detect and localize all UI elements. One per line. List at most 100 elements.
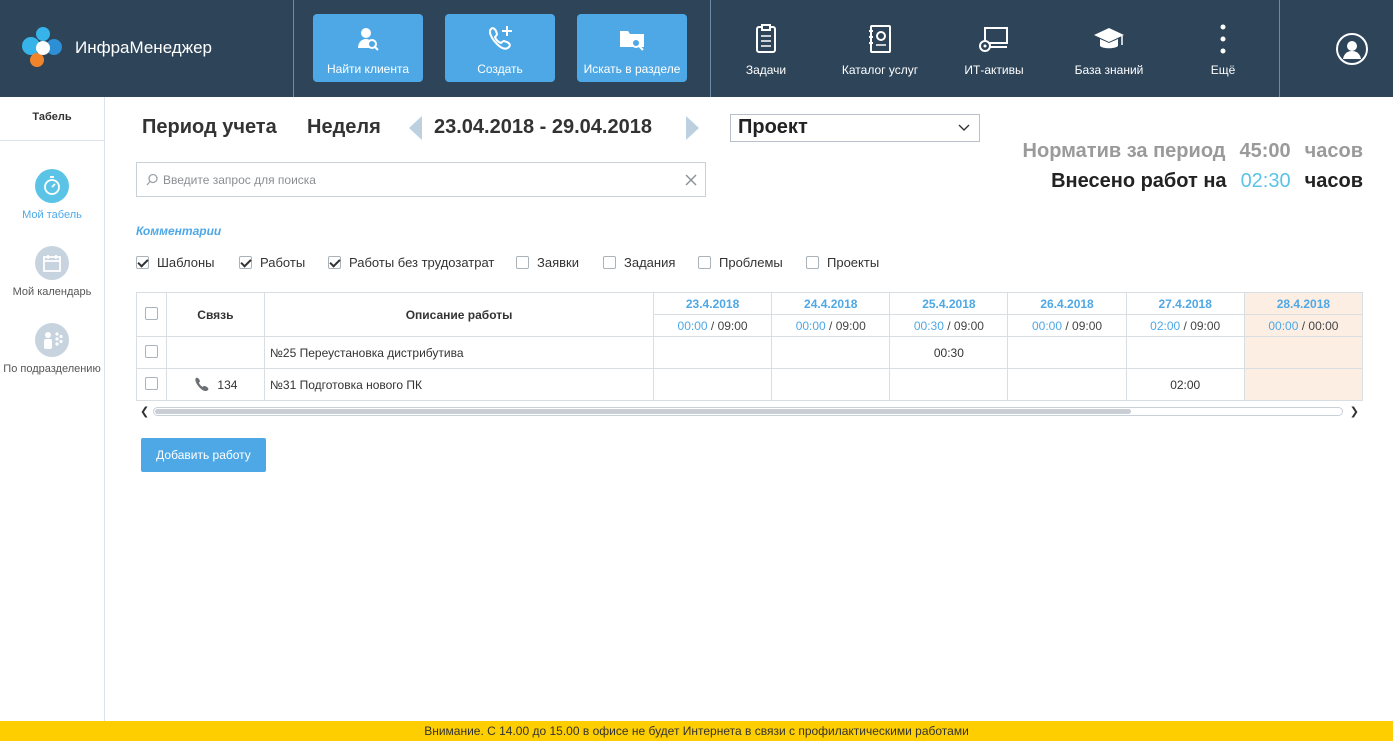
filter-works[interactable]: Работы	[239, 254, 305, 270]
sidebar-item-my-timesheet[interactable]: Мой табель	[0, 169, 104, 221]
comments-link[interactable]: Комментарии	[136, 224, 221, 238]
project-select[interactable]: Проект	[730, 114, 980, 142]
chevron-down-icon	[958, 124, 970, 131]
logo-icon	[22, 27, 66, 69]
hours-cell[interactable]: 00:30	[889, 336, 1009, 369]
clear-icon[interactable]	[683, 172, 699, 188]
filter-label: Работы	[260, 254, 306, 270]
nav-service-catalog-label: Каталог услуг	[841, 63, 919, 77]
top-bar: ИнфраМенеджер Найти клиента Создать Иска…	[0, 0, 1393, 97]
sidebar-item-label: Мой табель	[22, 209, 82, 221]
search-box	[136, 162, 706, 197]
description-cell[interactable]: №25 Переустановка дистрибутива	[264, 336, 654, 369]
link-cell[interactable]: 134	[165, 368, 266, 401]
period-type[interactable]: Неделя	[307, 116, 381, 139]
hours-cell[interactable]	[1125, 336, 1245, 369]
norm-unit: часов	[1304, 140, 1363, 162]
hours-cell[interactable]	[889, 368, 1009, 401]
scroll-track[interactable]	[153, 407, 1343, 416]
filter-checkbox[interactable]	[239, 255, 252, 269]
create-label: Создать	[477, 62, 523, 76]
divider	[1279, 0, 1280, 97]
folder-search-icon	[620, 31, 644, 51]
calendar-icon	[35, 246, 69, 280]
hours-cell[interactable]	[771, 336, 891, 369]
filter-checkbox[interactable]	[806, 255, 819, 269]
filter-requests[interactable]: Заявки	[516, 254, 579, 270]
hours-cell[interactable]	[1243, 368, 1363, 401]
find-client-button[interactable]: Найти клиента	[313, 14, 423, 82]
scroll-right-icon[interactable]: ❯	[1350, 405, 1359, 418]
scroll-left-icon[interactable]: ❮	[140, 405, 149, 418]
col-header-description: Описание работы	[264, 292, 654, 337]
nav-it-assets[interactable]: ИТ-активы	[954, 0, 1034, 97]
filter-label: Проблемы	[719, 254, 783, 270]
nav-more[interactable]: Ещё	[1193, 0, 1253, 97]
row-select-cell	[136, 368, 167, 401]
search-icon	[146, 173, 158, 186]
description-cell[interactable]: №31 Подготовка нового ПК	[264, 368, 654, 401]
graduation-cap-icon	[1094, 28, 1124, 49]
next-period-button[interactable]	[686, 116, 699, 140]
nav-service-catalog[interactable]: Каталог услуг	[830, 0, 930, 97]
sidebar-item-by-department[interactable]: По подразделению	[0, 323, 104, 375]
norm-value: 45:00	[1239, 140, 1291, 162]
filter-checkbox[interactable]	[516, 255, 529, 269]
app-logo[interactable]: ИнфраМенеджер	[22, 27, 212, 69]
search-input[interactable]	[163, 163, 683, 196]
add-work-button[interactable]: Добавить работу	[141, 438, 266, 472]
table-row[interactable]: 134 №31 Подготовка нового ПК 02:00	[136, 368, 1363, 401]
filter-checkbox[interactable]	[698, 255, 711, 269]
filter-checkbox[interactable]	[603, 255, 616, 269]
table-row[interactable]: №25 Переустановка дистрибутива 00:30	[136, 336, 1363, 369]
sidebar-item-label: Мой календарь	[12, 286, 92, 298]
col-header-date: 25.4.2018	[889, 292, 1009, 315]
sidebar: Табель Мой табель Мой календарь По подра…	[0, 97, 105, 721]
hours-cell[interactable]	[771, 368, 891, 401]
filter-label: Проекты	[827, 254, 880, 270]
hours-cell[interactable]	[652, 368, 773, 401]
hours-cell[interactable]	[652, 336, 773, 369]
link-cell[interactable]	[165, 336, 266, 369]
filter-checkbox[interactable]	[328, 255, 341, 269]
col-header-date: 28.4.2018	[1243, 292, 1363, 315]
prev-period-button[interactable]	[409, 116, 422, 140]
user-profile-button[interactable]	[1336, 33, 1368, 65]
filter-checkbox[interactable]	[136, 255, 149, 269]
hours-cell[interactable]	[1007, 368, 1127, 401]
notice-banner: Внимание. С 14.00 до 15.00 в офисе не бу…	[0, 721, 1393, 741]
day-total: 00:30 / 09:00	[889, 314, 1009, 337]
sidebar-header: Табель	[0, 97, 104, 141]
divider	[710, 0, 711, 97]
table-header-row: Связь Описание работы 23.4.2018 24.4.201…	[136, 292, 1363, 337]
scroll-thumb[interactable]	[155, 409, 1131, 414]
hours-cell[interactable]	[1243, 336, 1363, 369]
filter-tasks[interactable]: Задания	[603, 254, 675, 270]
hours-cell[interactable]	[1007, 336, 1127, 369]
filter-projects[interactable]: Проекты	[806, 254, 879, 270]
filter-problems[interactable]: Проблемы	[698, 254, 783, 270]
filter-works-no-labor[interactable]: Работы без трудозатрат	[328, 254, 494, 270]
period-label: Период учета	[142, 116, 277, 138]
create-button[interactable]: Создать	[445, 14, 555, 82]
computer-icon	[979, 27, 1008, 52]
row-checkbox[interactable]	[144, 344, 158, 358]
search-section-label: Искать в разделе	[583, 62, 681, 76]
day-total: 00:00 / 00:00	[1243, 314, 1363, 337]
col-header-link: Связь	[165, 292, 266, 337]
col-header-date: 23.4.2018	[652, 292, 773, 315]
row-checkbox[interactable]	[144, 376, 158, 390]
select-all-checkbox[interactable]	[144, 306, 158, 320]
done-summary: Внесено работ на 02:30 часов	[1051, 170, 1363, 193]
divider	[293, 0, 294, 97]
sidebar-item-my-calendar[interactable]: Мой календарь	[0, 246, 104, 298]
filter-templates[interactable]: Шаблоны	[136, 254, 215, 270]
horizontal-scrollbar[interactable]: ❮ ❯	[136, 404, 1363, 418]
filter-label: Работы без трудозатрат	[349, 254, 495, 270]
done-label: Внесено работ на	[1051, 170, 1227, 192]
search-section-button[interactable]: Искать в разделе	[577, 14, 687, 82]
nav-knowledge-base[interactable]: База знаний	[1064, 0, 1154, 97]
hours-cell[interactable]: 02:00	[1125, 368, 1245, 401]
nav-tasks[interactable]: Задачи	[726, 0, 806, 97]
more-vertical-icon	[1220, 24, 1226, 54]
